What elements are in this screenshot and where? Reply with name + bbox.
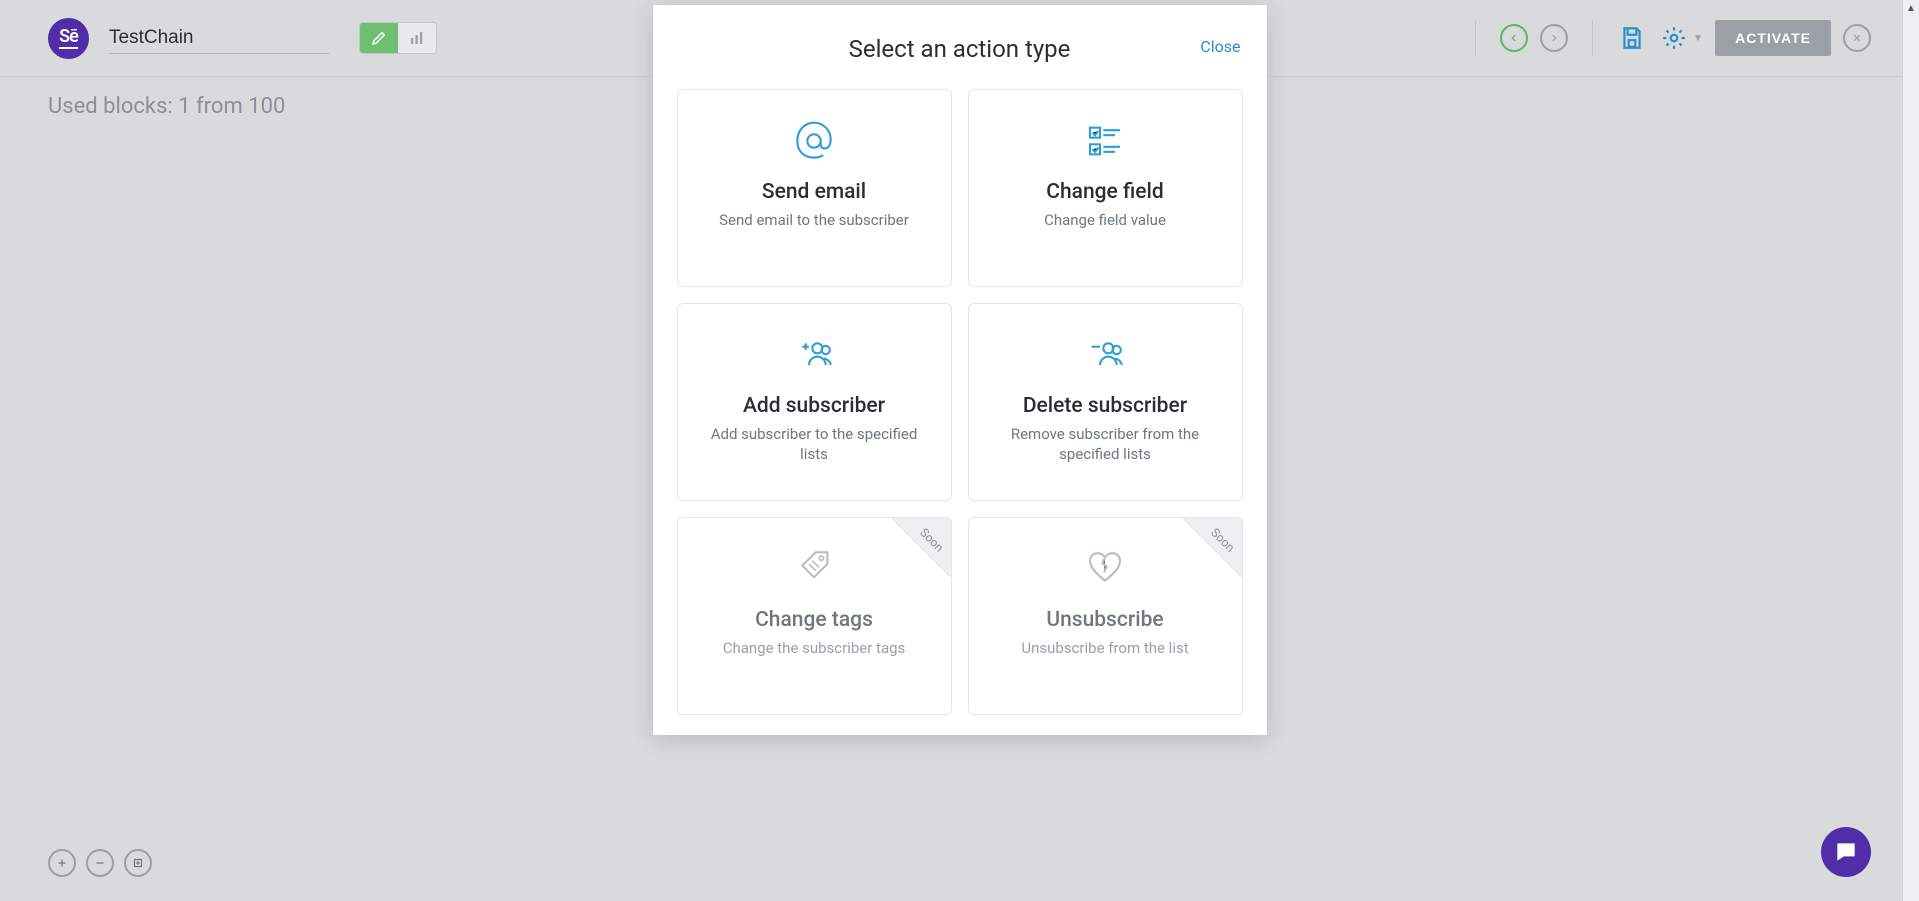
- card-title: Unsubscribe: [987, 608, 1224, 632]
- modal-header: Select an action type Close: [665, 35, 1255, 63]
- fit-icon: [131, 856, 145, 870]
- chat-icon: [1833, 839, 1859, 865]
- add-user-icon: [696, 330, 933, 380]
- card-desc: Change field value: [987, 210, 1224, 230]
- chain-name-input[interactable]: [109, 23, 329, 54]
- card-desc: Remove subscriber from the specified lis…: [987, 424, 1224, 465]
- checklist-icon: [987, 116, 1224, 166]
- card-send-email[interactable]: Send email Send email to the subscriber: [677, 89, 952, 287]
- card-delete-subscriber[interactable]: Delete subscriber Remove subscriber from…: [968, 303, 1243, 501]
- undo-button[interactable]: [1500, 24, 1528, 52]
- card-desc: Add subscriber to the specified lists: [696, 424, 933, 465]
- fit-screen-button[interactable]: [124, 849, 152, 877]
- view-toggle: [359, 22, 437, 54]
- support-chat-button[interactable]: [1821, 827, 1871, 877]
- stats-mode-button[interactable]: [398, 23, 436, 53]
- settings-button[interactable]: [1659, 23, 1689, 53]
- modal-close-link[interactable]: Close: [1200, 37, 1240, 56]
- vertical-scrollbar[interactable]: ▲: [1902, 0, 1919, 901]
- minus-icon: [93, 856, 107, 870]
- action-type-modal: Select an action type Close Send email S…: [653, 5, 1267, 735]
- settings-dropdown[interactable]: ▼: [1659, 23, 1703, 53]
- modal-title: Select an action type: [849, 35, 1071, 63]
- remove-user-icon: [987, 330, 1224, 380]
- card-desc: Send email to the subscriber: [696, 210, 933, 230]
- card-add-subscriber[interactable]: Add subscriber Add subscriber to the spe…: [677, 303, 952, 501]
- card-desc: Unsubscribe from the list: [987, 638, 1224, 658]
- card-title: Delete subscriber: [987, 394, 1224, 418]
- close-button[interactable]: [1843, 24, 1871, 52]
- bar-chart-icon: [408, 29, 426, 47]
- save-button[interactable]: [1617, 23, 1647, 53]
- broken-heart-icon: [987, 544, 1224, 594]
- save-icon: [1619, 25, 1645, 51]
- zoom-in-button[interactable]: [48, 849, 76, 877]
- used-blocks-label: Used blocks: 1 from 100: [48, 94, 285, 119]
- card-unsubscribe: Soon Unsubscribe Unsubscribe from the li…: [968, 517, 1243, 715]
- divider: [1475, 20, 1476, 56]
- logo-text: Sē: [59, 28, 78, 49]
- activate-button[interactable]: ACTIVATE: [1715, 20, 1831, 56]
- card-title: Change tags: [696, 608, 933, 632]
- topbar-actions: ▼ ACTIVATE: [1463, 20, 1871, 56]
- card-desc: Change the subscriber tags: [696, 638, 933, 658]
- card-title: Send email: [696, 180, 933, 204]
- gear-icon: [1661, 25, 1687, 51]
- action-cards-grid: Send email Send email to the subscriber …: [665, 89, 1255, 715]
- chevron-down-icon: ▼: [1693, 33, 1703, 44]
- redo-button[interactable]: [1540, 24, 1568, 52]
- tag-icon: [696, 544, 933, 594]
- brand-logo: Sē: [48, 18, 89, 59]
- close-icon: [1850, 31, 1864, 45]
- divider: [1592, 20, 1593, 56]
- card-title: Change field: [987, 180, 1224, 204]
- zoom-controls: [48, 849, 152, 877]
- pencil-icon: [370, 29, 388, 47]
- edit-mode-button[interactable]: [360, 23, 398, 53]
- at-sign-icon: [696, 116, 933, 166]
- zoom-out-button[interactable]: [86, 849, 114, 877]
- card-change-tags: Soon Change tags Change the subscriber t…: [677, 517, 952, 715]
- redo-icon: [1547, 31, 1561, 45]
- card-title: Add subscriber: [696, 394, 933, 418]
- undo-icon: [1507, 31, 1521, 45]
- plus-icon: [55, 856, 69, 870]
- scroll-up-icon[interactable]: ▲: [1903, 0, 1919, 17]
- card-change-field[interactable]: Change field Change field value: [968, 89, 1243, 287]
